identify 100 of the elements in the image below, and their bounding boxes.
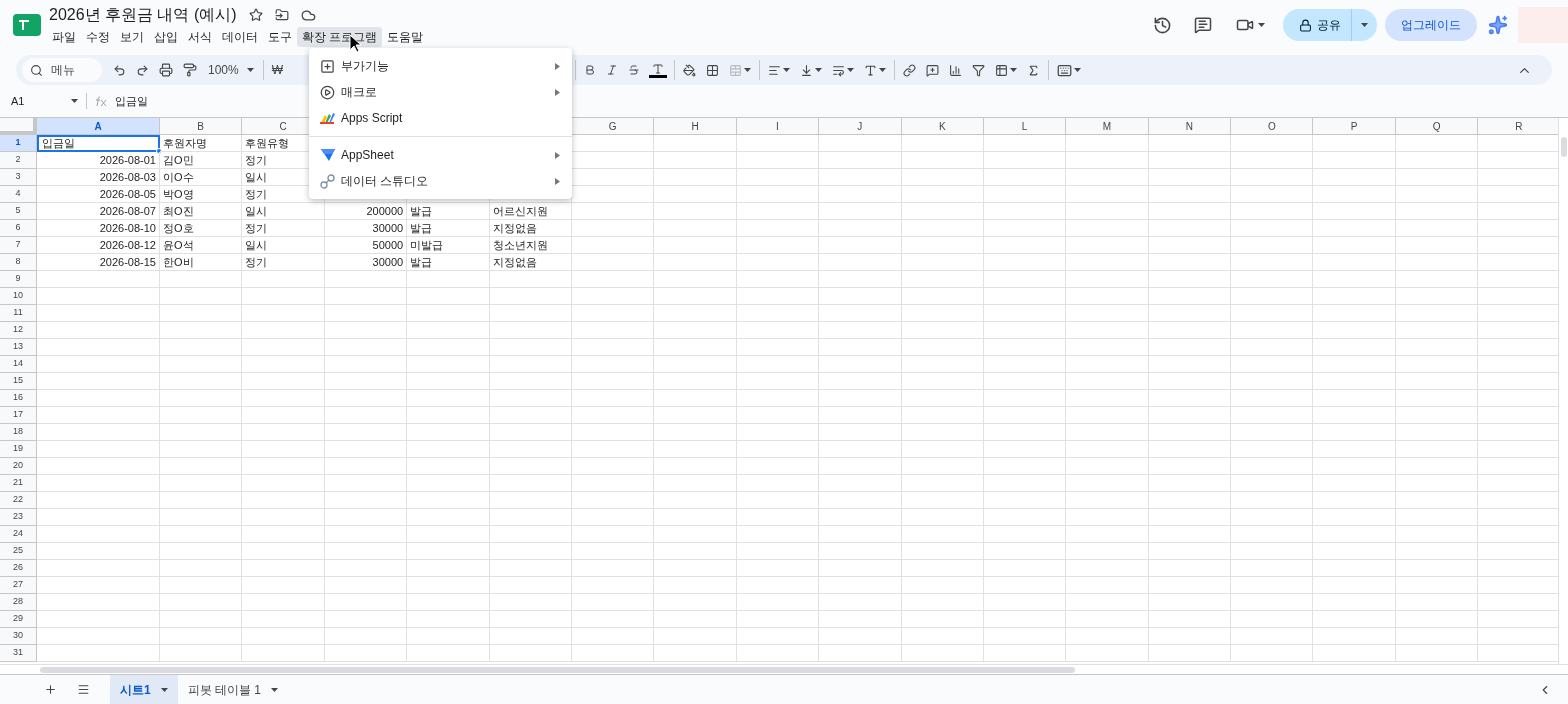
row-header[interactable]: 21	[0, 475, 37, 492]
italic-icon	[606, 64, 619, 76]
cloud-icon[interactable]	[300, 7, 316, 23]
menu-item[interactable]: 확장 프로그램	[297, 27, 383, 47]
row-header[interactable]: 13	[0, 339, 37, 356]
menu-item[interactable]: 서식	[183, 27, 217, 47]
table-cell: 청소년지원	[489, 237, 572, 254]
menu-item[interactable]: 보기	[115, 27, 149, 47]
row-header[interactable]: 18	[0, 424, 37, 441]
column-header[interactable]: B	[160, 118, 243, 135]
search-placeholder: 메뉴	[51, 62, 75, 79]
borders-icon	[706, 63, 720, 77]
row-header[interactable]: 8	[0, 254, 37, 271]
table-cell: 정O호	[160, 220, 243, 237]
upgrade-button[interactable]: 업그레이드	[1385, 9, 1477, 41]
comment-icon[interactable]	[1194, 16, 1212, 34]
row-header[interactable]: 7	[0, 237, 37, 254]
row-header[interactable]: 19	[0, 441, 37, 458]
menu-search-field[interactable]: 메뉴	[22, 58, 102, 82]
row-header[interactable]: 31	[0, 645, 37, 662]
currency-format-button[interactable]: ₩	[266, 58, 289, 82]
row-header[interactable]: 17	[0, 407, 37, 424]
merge-cells-icon	[729, 63, 743, 77]
row-header[interactable]: 27	[0, 577, 37, 594]
row-header[interactable]: 26	[0, 560, 37, 577]
strikethrough-icon	[628, 64, 641, 76]
sheet-tab[interactable]: 시트1	[110, 674, 178, 704]
share-label: 공유	[1317, 17, 1341, 34]
dropdown-item[interactable]: 매크로	[309, 79, 572, 105]
all-sheets-icon[interactable]	[77, 683, 90, 696]
row-header[interactable]: 6	[0, 220, 37, 237]
share-button[interactable]: 공유	[1283, 9, 1377, 41]
row-header[interactable]: 23	[0, 509, 37, 526]
menu-item[interactable]: 수정	[81, 27, 115, 47]
sheets-logo-icon[interactable]	[13, 14, 41, 36]
row-header[interactable]: 3	[0, 169, 37, 186]
sparkle-icon[interactable]	[1488, 15, 1508, 35]
row-header[interactable]: 1	[0, 135, 37, 152]
formula-input[interactable]: 입금일	[115, 92, 148, 110]
row-header[interactable]: 9	[0, 271, 37, 288]
insert-comment-icon	[926, 63, 940, 77]
table-cell: 2026-08-10	[37, 220, 160, 237]
column-header[interactable]: N	[1148, 118, 1232, 135]
horizontal-align-icon	[768, 63, 782, 77]
dropdown-item-label: Apps Script	[341, 110, 403, 127]
menu-item[interactable]: 도구	[263, 27, 297, 47]
folder-icon[interactable]	[274, 8, 289, 22]
row-header[interactable]: 14	[0, 356, 37, 373]
row-header[interactable]: 11	[0, 305, 37, 322]
column-header[interactable]: A	[37, 118, 160, 135]
caret-icon	[847, 68, 855, 72]
row-header[interactable]: 20	[0, 458, 37, 475]
row-header[interactable]: 10	[0, 288, 37, 305]
search-icon	[30, 63, 43, 77]
zoom-dropdown[interactable]: 100%	[202, 58, 260, 82]
column-header[interactable]: R	[1478, 118, 1558, 135]
column-header[interactable]: P	[1313, 118, 1396, 135]
redo-icon	[136, 63, 149, 77]
history-icon[interactable]	[1153, 15, 1172, 35]
column-header[interactable]: I	[736, 118, 820, 135]
print-icon	[159, 63, 173, 77]
row-header[interactable]: 15	[0, 373, 37, 390]
table-cell: 발급	[407, 220, 490, 237]
menu-item[interactable]: 데이터	[217, 27, 263, 47]
column-header[interactable]: O	[1231, 118, 1314, 135]
menu-item[interactable]: 삽입	[149, 27, 183, 47]
row-header[interactable]: 25	[0, 543, 37, 560]
column-header[interactable]: H	[654, 118, 737, 135]
row-header[interactable]: 22	[0, 492, 37, 509]
star-icon[interactable]	[248, 8, 263, 22]
row-header[interactable]: 5	[0, 203, 37, 220]
table-cell: 2026-08-01	[37, 152, 160, 169]
row-header[interactable]: 30	[0, 628, 37, 645]
row-header[interactable]: 4	[0, 186, 37, 203]
row-header[interactable]: 28	[0, 594, 37, 611]
document-title[interactable]: 2026년 후원금 내역 (예시)	[49, 3, 237, 27]
name-box[interactable]: A1	[0, 92, 80, 110]
table-cell: 미발급	[407, 237, 490, 254]
menu-item[interactable]: 도움말	[382, 27, 429, 47]
table-cell: 박O영	[160, 186, 243, 203]
dropdown-item-label: AppSheet	[341, 147, 394, 164]
menu-item[interactable]: 파일	[47, 27, 81, 47]
row-header[interactable]: 12	[0, 322, 37, 339]
column-header[interactable]: J	[819, 118, 902, 135]
fill-handle[interactable]	[156, 148, 162, 154]
undo-icon	[113, 63, 126, 77]
add-sheet-icon[interactable]	[44, 683, 57, 696]
sheet-tab[interactable]: 피봇 테이블 1	[177, 674, 289, 704]
row-header[interactable]: 29	[0, 611, 37, 628]
dropdown-item-label: 매크로	[341, 84, 377, 101]
row-header[interactable]: 2	[0, 152, 37, 169]
column-header[interactable]: L	[983, 118, 1067, 135]
paint-format-icon	[183, 63, 197, 77]
row-header[interactable]: 24	[0, 526, 37, 543]
column-header[interactable]: K	[901, 118, 984, 135]
row-header[interactable]: 16	[0, 390, 37, 407]
column-header[interactable]: M	[1066, 118, 1149, 135]
dropdown-item[interactable]: 부가기능	[309, 53, 572, 79]
table-cell: 2026-08-12	[37, 237, 160, 254]
column-header[interactable]: Q	[1395, 118, 1479, 135]
